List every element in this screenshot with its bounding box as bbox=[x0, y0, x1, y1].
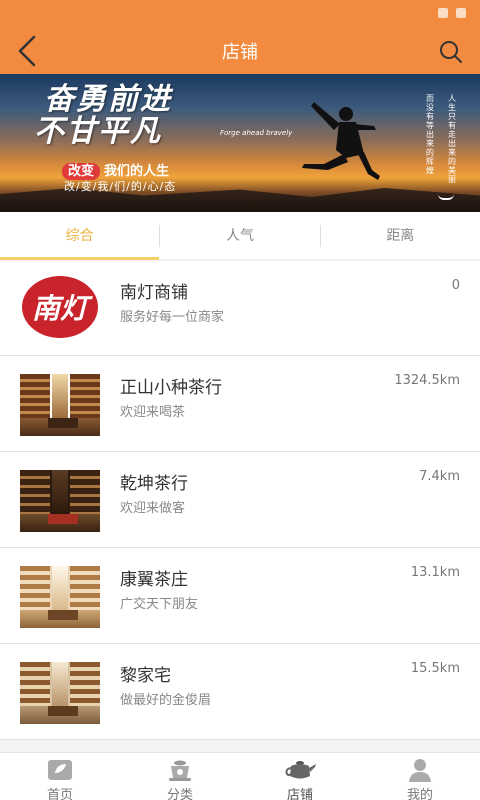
banner-headline-line2: 不甘平凡 bbox=[34, 114, 162, 149]
tabbar-mine[interactable]: 我的 bbox=[360, 753, 480, 800]
status-icons bbox=[438, 8, 466, 18]
bottom-tab-bar: 首页 分类 店铺 我的 bbox=[0, 752, 480, 800]
shop-name: 黎家宅 bbox=[120, 666, 171, 686]
promo-banner[interactable]: 奋勇前进 不甘平凡 Forge ahead bravely 改变 我们的人生 改/… bbox=[0, 74, 480, 212]
shop-name: 正山小种茶行 bbox=[120, 378, 222, 398]
tabbar-shop[interactable]: 店铺 bbox=[240, 753, 360, 800]
header-bar: 店铺 bbox=[0, 28, 480, 74]
banner-english: Forge ahead bravely bbox=[220, 129, 293, 137]
jumping-person-silhouette bbox=[302, 102, 380, 180]
shop-photo bbox=[20, 566, 100, 628]
shop-item[interactable]: 康翼茶庄 广交天下朋友 13.1km bbox=[0, 548, 480, 644]
search-button[interactable] bbox=[436, 37, 466, 67]
tab-popularity[interactable]: 人气 bbox=[160, 212, 319, 259]
page-title: 店铺 bbox=[222, 42, 258, 63]
home-icon bbox=[48, 760, 72, 780]
tabbar-mine-label: 我的 bbox=[406, 788, 433, 800]
shop-item[interactable]: 黎家宅 做最好的金俊眉 15.5km bbox=[0, 644, 480, 740]
shop-description: 欢迎来做客 bbox=[120, 501, 186, 516]
shop-description: 欢迎来喝茶 bbox=[120, 405, 186, 420]
shop-photo bbox=[20, 662, 100, 724]
teapot-icon bbox=[285, 761, 316, 779]
shop-description: 做最好的金俊眉 bbox=[120, 693, 212, 708]
shop-name: 康翼茶庄 bbox=[120, 570, 188, 590]
tabbar-home[interactable]: 首页 bbox=[0, 753, 120, 800]
banner-headline-line1: 奋勇前进 bbox=[44, 82, 172, 117]
shop-item[interactable]: 乾坤茶行 欢迎来做客 7.4km bbox=[0, 452, 480, 548]
tabbar-category[interactable]: 分类 bbox=[120, 753, 240, 800]
banner-subtitle: 改变 我们的人生 bbox=[62, 160, 170, 180]
category-icon bbox=[169, 760, 191, 781]
banner-headline: 奋勇前进 不甘平凡 bbox=[34, 82, 172, 148]
shop-photo bbox=[20, 374, 100, 436]
shop-logo: 南灯 bbox=[20, 274, 100, 340]
banner-vertical-text-2: 人生只有走出来的美丽 bbox=[448, 94, 456, 184]
shop-name: 乾坤茶行 bbox=[120, 474, 188, 494]
shop-item[interactable]: 正山小种茶行 欢迎来喝茶 1324.5km bbox=[0, 356, 480, 452]
status-bar bbox=[0, 0, 480, 28]
sort-tabs: 综合 人气 距离 bbox=[0, 212, 480, 260]
shop-item[interactable]: 南灯 南灯商铺 服务好每一位商家 0 bbox=[0, 261, 480, 356]
user-icon bbox=[409, 759, 431, 782]
shop-distance: 7.4km bbox=[419, 469, 460, 484]
banner-tagline: 改/变/我/们/的/心/态 bbox=[64, 180, 177, 193]
search-icon bbox=[440, 41, 462, 63]
shop-distance: 13.1km bbox=[410, 565, 460, 580]
shop-photo bbox=[20, 470, 100, 532]
shop-name: 南灯商铺 bbox=[120, 283, 188, 303]
shop-distance: 0 bbox=[451, 278, 460, 293]
banner-sub-rest: 我们的人生 bbox=[104, 164, 170, 179]
tabbar-home-label: 首页 bbox=[46, 788, 73, 800]
tab-comprehensive[interactable]: 综合 bbox=[0, 212, 160, 260]
shop-description: 服务好每一位商家 bbox=[120, 310, 225, 325]
shop-distance: 1324.5km bbox=[394, 373, 460, 388]
banner-vertical-text-1: 而没有等出来的辉煌 bbox=[426, 94, 434, 175]
shop-list: 南灯 南灯商铺 服务好每一位商家 0 正山小种茶行 欢迎来喝茶 1324.5km… bbox=[0, 261, 480, 740]
tab-distance[interactable]: 距离 bbox=[321, 212, 480, 259]
shop-distance: 15.5km bbox=[410, 661, 460, 676]
shop-description: 广交天下朋友 bbox=[120, 597, 199, 612]
shop-logo-text: 南灯 bbox=[32, 292, 93, 325]
tabbar-category-label: 分类 bbox=[166, 788, 193, 800]
tabbar-shop-label: 店铺 bbox=[286, 788, 313, 800]
